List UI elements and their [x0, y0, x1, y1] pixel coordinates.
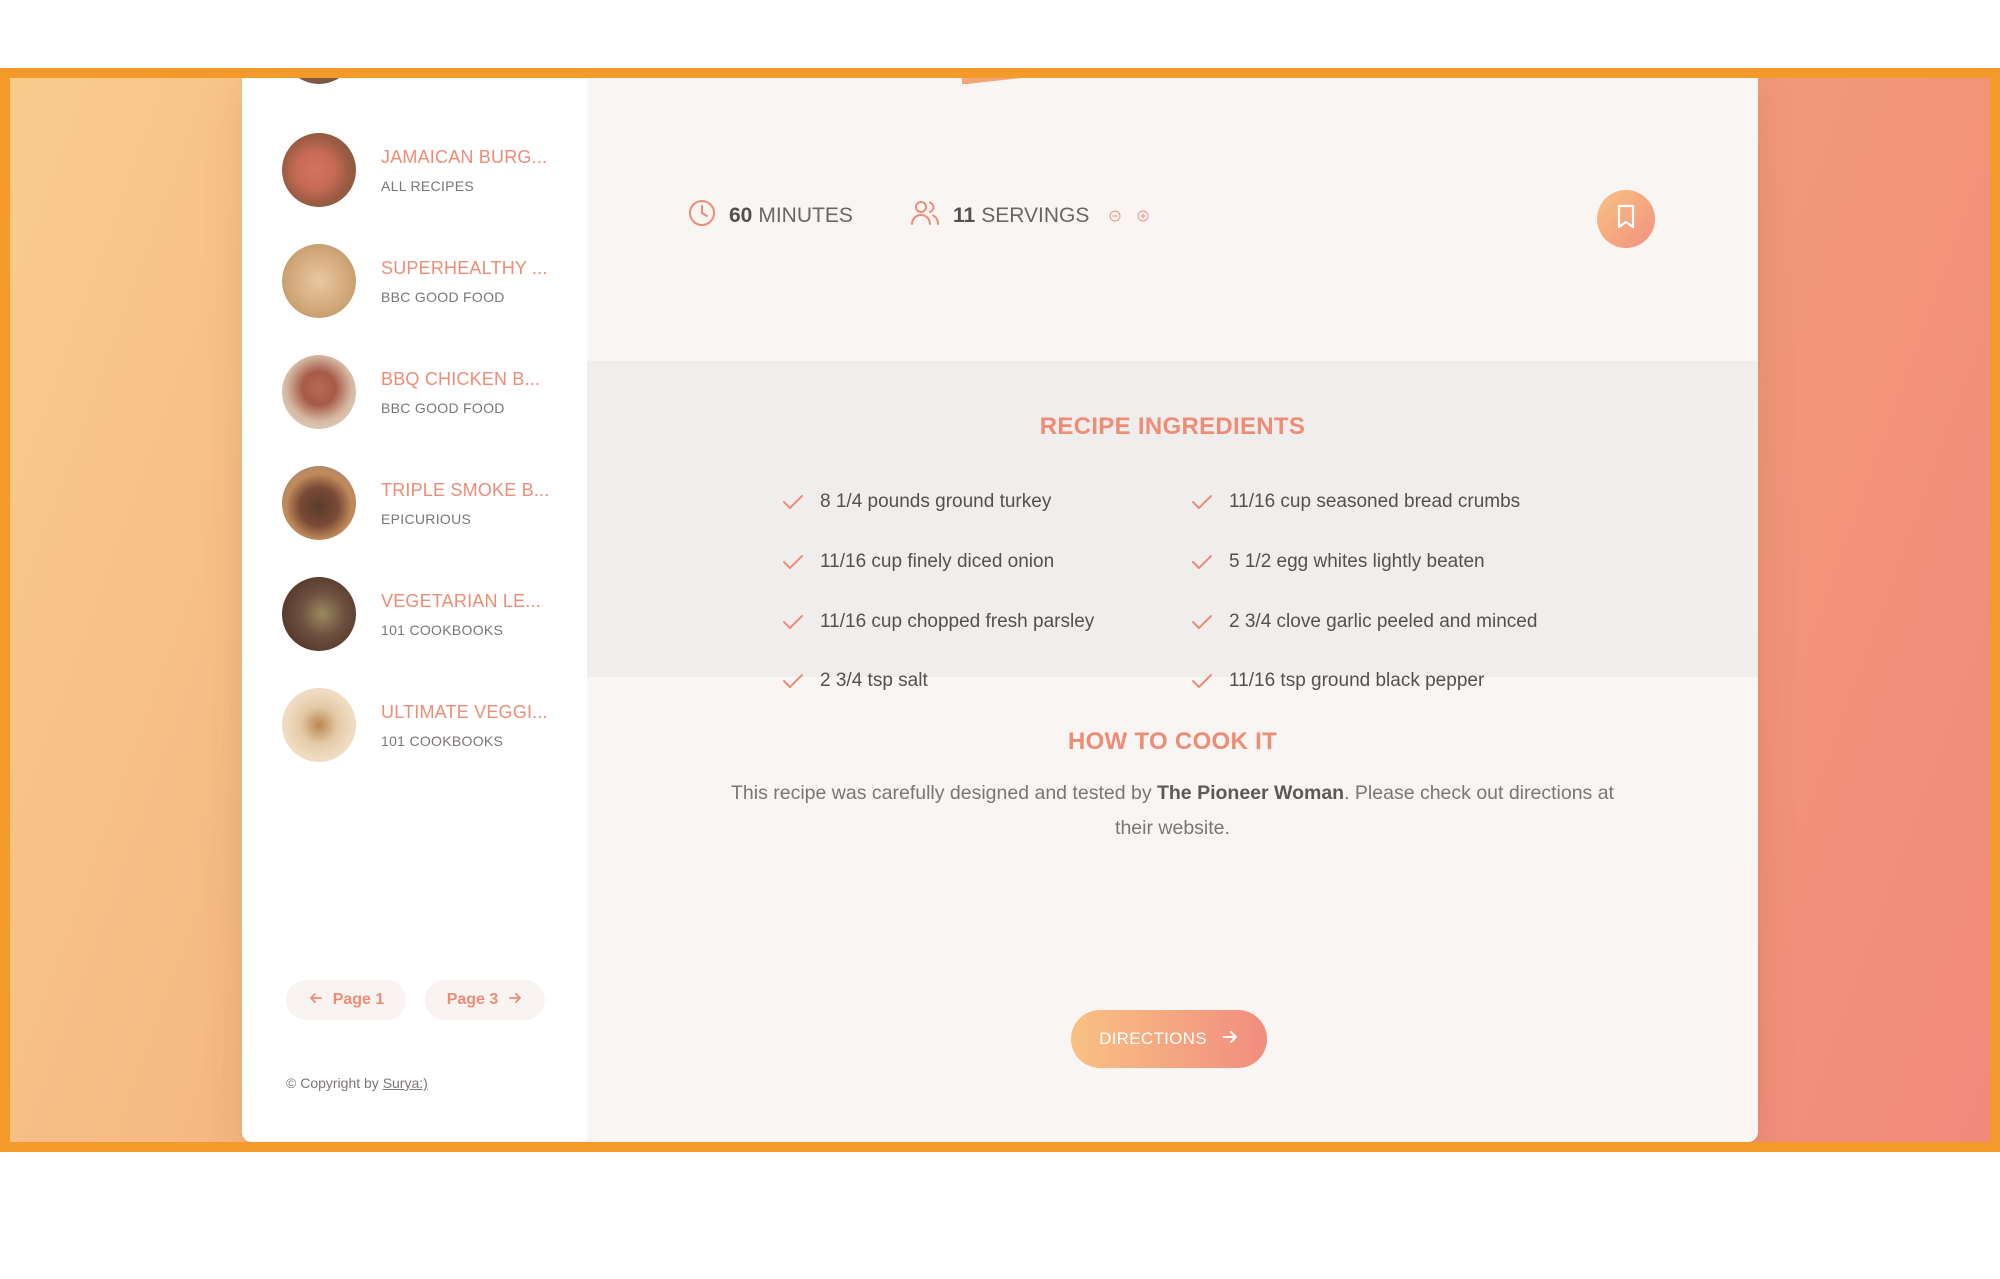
app-frame: JAMAICAN BURG... ALL RECIPES SUPERHEALTH…: [0, 68, 2000, 1152]
directions-label: DIRECTIONS: [1099, 1029, 1207, 1048]
recipe-thumbnail: [282, 78, 356, 84]
arrow-right-icon: [1221, 1028, 1239, 1051]
ingredient-text: 11/16 cup chopped fresh parsley: [820, 611, 1095, 632]
ingredient-text: 11/16 tsp ground black pepper: [1229, 670, 1485, 691]
ingredient-text: 2 3/4 tsp salt: [820, 670, 928, 691]
result-publisher: BBC GOOD FOOD: [381, 399, 505, 416]
ingredient-item: 5 1/2 egg whites lightly beaten: [1191, 551, 1485, 573]
ingredient-item: 2 3/4 tsp salt: [782, 670, 928, 692]
recipe-thumbnail: [282, 355, 356, 429]
ingredients-section: RECIPE INGREDIENTS 8 1/4 pounds ground t…: [587, 361, 1758, 691]
ingredient-text: 11/16 cup seasoned bread crumbs: [1229, 491, 1521, 512]
next-page-label: Page 3: [446, 991, 499, 1008]
recipe-thumbnail: [282, 244, 356, 318]
check-icon: [1192, 615, 1212, 629]
search-result-item[interactable]: ULTIMATE VEGGI... 101 COOKBOOKS: [282, 688, 572, 762]
servings: 11 SERVINGS: [909, 198, 1161, 234]
recipe-thumbnail: [282, 133, 356, 207]
author-link[interactable]: Surya:): [383, 1075, 428, 1091]
search-result-item[interactable]: VEGETARIAN LE... 101 COOKBOOKS: [282, 577, 572, 651]
time-unit: MINUTES: [758, 204, 853, 227]
cooking-time: 60 MINUTES: [687, 198, 853, 234]
increase-servings-button[interactable]: [1137, 204, 1161, 228]
result-publisher: 101 COOKBOOKS: [381, 732, 504, 749]
recipe-figure-edge: [962, 78, 1022, 84]
ingredient-item: 2 3/4 clove garlic peeled and minced: [1191, 611, 1537, 633]
result-title: SUPERHEALTHY ...: [381, 257, 548, 278]
ingredient-text: 2 3/4 clove garlic peeled and minced: [1229, 611, 1538, 632]
ingredient-item: 11/16 tsp ground black pepper: [1191, 670, 1484, 692]
how-to-cook-title: HOW TO COOK IT: [1067, 728, 1278, 755]
result-title: ULTIMATE VEGGI...: [381, 701, 548, 722]
ingredient-item: 11/16 cup finely diced onion: [782, 551, 1054, 573]
result-publisher: ALL RECIPES: [381, 177, 475, 194]
copyright-prefix: © Copyright by: [286, 1075, 383, 1091]
users-icon: [909, 198, 953, 234]
result-title: JAMAICAN BURG...: [381, 146, 548, 167]
recipe-card: JAMAICAN BURG... ALL RECIPES SUPERHEALTH…: [242, 78, 1758, 1142]
search-result-item[interactable]: BBQ CHICKEN B... BBC GOOD FOOD: [282, 355, 572, 429]
clock-icon: [687, 198, 729, 234]
check-icon: [1192, 495, 1212, 509]
ingredient-text: 8 1/4 pounds ground turkey: [820, 491, 1052, 512]
howto-prefix: This recipe was carefully designed and t…: [731, 782, 1157, 804]
ingredient-item: 11/16 cup chopped fresh parsley: [782, 611, 1094, 633]
result-publisher: BBC GOOD FOOD: [381, 288, 505, 305]
check-icon: [783, 495, 803, 509]
directions-button[interactable]: DIRECTIONS: [1071, 1010, 1267, 1068]
search-result-item[interactable]: SUPERHEALTHY ... BBC GOOD FOOD: [282, 244, 572, 318]
ingredient-item: 11/16 cup seasoned bread crumbs: [1191, 491, 1520, 513]
servings-stepper: [1109, 204, 1161, 228]
publisher-name: The Pioneer Woman: [1156, 782, 1345, 804]
check-icon: [783, 674, 803, 688]
recipe-thumbnail: [282, 577, 356, 651]
prev-page-label: Page 1: [332, 991, 385, 1008]
check-icon: [1192, 555, 1212, 569]
minus-circle-icon: [1109, 210, 1121, 222]
check-icon: [783, 615, 803, 629]
prev-page-button[interactable]: Page 1: [286, 980, 406, 1020]
plus-circle-icon: [1137, 210, 1149, 222]
search-result-item[interactable]: TRIPLE SMOKE B... EPICURIOUS: [282, 466, 572, 540]
copyright-text: © Copyright by Surya:): [286, 1075, 428, 1091]
ingredients-title: RECIPE INGREDIENTS: [1039, 413, 1306, 440]
recipe-thumbnail: [282, 466, 356, 540]
arrow-left-icon: [308, 990, 324, 1011]
next-page-button[interactable]: Page 3: [425, 980, 545, 1020]
servings-value: 11: [953, 204, 976, 227]
ingredient-item: 8 1/4 pounds ground turkey: [782, 491, 1051, 513]
result-publisher: 101 COOKBOOKS: [381, 621, 504, 638]
recipe-detail: 60 MINUTES 11 SERVINGS RECIPE INGREDIENT…: [587, 78, 1758, 1142]
check-icon: [1192, 674, 1212, 688]
search-results-sidebar: JAMAICAN BURG... ALL RECIPES SUPERHEALTH…: [242, 78, 587, 1142]
servings-unit: SERVINGS: [981, 204, 1090, 227]
search-result-item[interactable]: JAMAICAN BURG... ALL RECIPES: [282, 133, 572, 207]
time-value: 60: [729, 204, 753, 227]
check-icon: [783, 555, 803, 569]
decrease-servings-button[interactable]: [1109, 204, 1133, 228]
recipe-thumbnail: [282, 688, 356, 762]
ingredient-text: 11/16 cup finely diced onion: [820, 551, 1055, 572]
result-title: VEGETARIAN LE...: [381, 590, 541, 611]
ingredient-text: 5 1/2 egg whites lightly beaten: [1229, 551, 1485, 572]
result-title: BBQ CHICKEN B...: [381, 368, 541, 389]
result-title: TRIPLE SMOKE B...: [381, 479, 550, 500]
bookmark-icon: [1614, 203, 1638, 235]
arrow-right-icon: [507, 990, 523, 1011]
result-publisher: EPICURIOUS: [381, 510, 472, 527]
how-to-cook-description: This recipe was carefully designed and t…: [717, 776, 1628, 846]
bookmark-button[interactable]: [1597, 190, 1655, 248]
